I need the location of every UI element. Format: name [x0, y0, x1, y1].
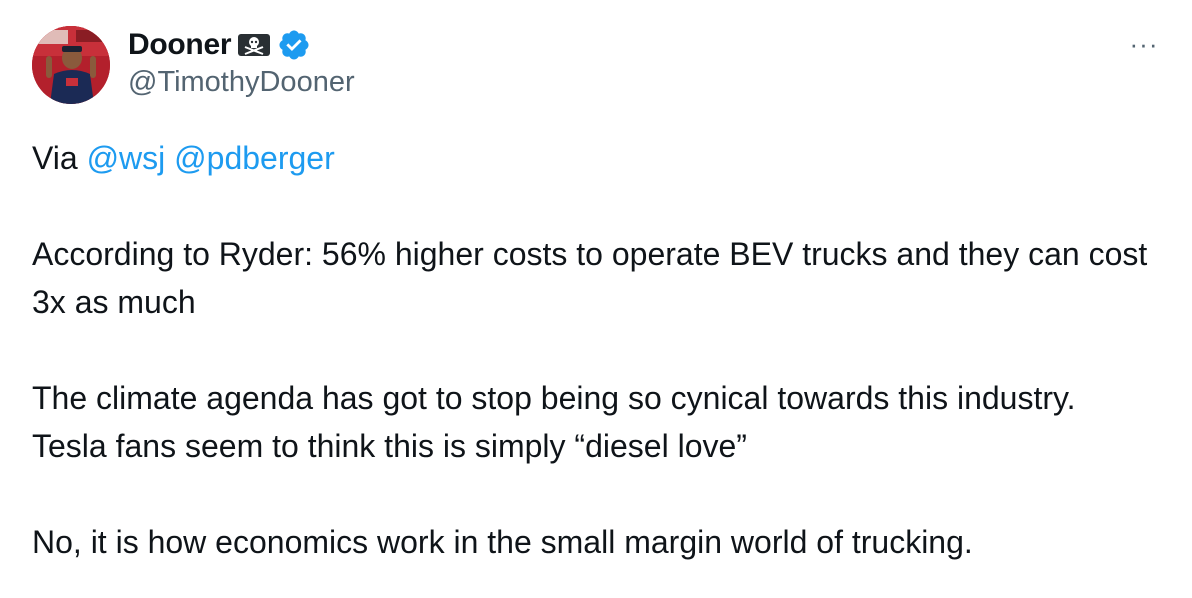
pirate-flag-icon — [237, 31, 271, 59]
avatar[interactable] — [32, 26, 110, 104]
via-label: Via — [32, 140, 87, 176]
verified-badge-icon — [277, 28, 311, 62]
author-name-row: Dooner — [128, 26, 311, 64]
tweet-paragraph-1: Via @wsj @pdberger — [32, 134, 1152, 182]
author-display-name[interactable]: Dooner — [128, 28, 232, 62]
tweet-paragraph-2: According to Ryder: 56% higher costs to … — [32, 236, 1148, 320]
author-handle[interactable]: @TimothyDooner — [128, 66, 355, 99]
mention-wsj[interactable]: @wsj — [87, 140, 166, 176]
more-options-icon: ··· — [1129, 29, 1159, 59]
tweet-paragraph-3: The climate agenda has got to stop being… — [32, 380, 1076, 464]
tweet-text: Via @wsj @pdberger According to Ryder: 5… — [32, 134, 1152, 566]
more-options-button[interactable]: ··· — [1124, 28, 1164, 60]
avatar-image — [32, 26, 110, 104]
mention-pdberger[interactable]: @pdberger — [174, 140, 335, 176]
tweet-paragraph-4: No, it is how economics work in the smal… — [32, 524, 973, 560]
tweet-card: Dooner @TimothyDooner ··· Via @wsj @pdbe… — [0, 0, 1192, 598]
